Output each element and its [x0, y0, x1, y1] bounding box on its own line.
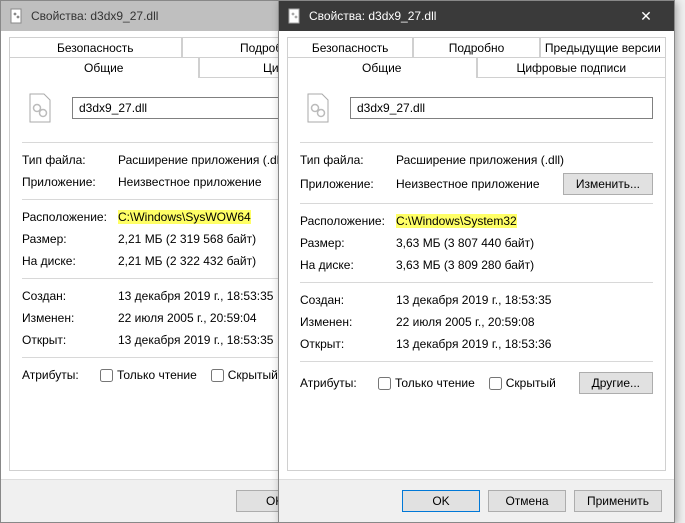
value-size: 3,63 МБ (3 807 440 байт)	[396, 236, 653, 250]
value-filetype: Расширение приложения (.dll)	[396, 153, 653, 167]
close-icon[interactable]: ✕	[626, 8, 666, 25]
label-accessed: Открыт:	[300, 337, 396, 351]
checkbox-hidden[interactable]: Скрытый	[211, 368, 278, 382]
file-type-icon	[300, 90, 336, 126]
checkbox-hidden[interactable]: Скрытый	[489, 376, 556, 390]
checkbox-readonly[interactable]: Только чтение	[100, 368, 197, 382]
value-accessed: 13 декабря 2019 г., 18:53:36	[396, 337, 653, 351]
label-modified: Изменен:	[22, 311, 118, 325]
window-body: Безопасность Подробно Предыдущие версии …	[279, 31, 674, 479]
label-filetype: Тип файла:	[300, 153, 396, 167]
label-app: Приложение:	[22, 175, 118, 189]
label-modified: Изменен:	[300, 315, 396, 329]
tab-security[interactable]: Безопасность	[287, 37, 413, 58]
properties-window-right: Свойства: d3dx9_27.dll ✕ Безопасность По…	[278, 0, 675, 523]
tab-row-2: Общие Цифровые подписи	[287, 57, 666, 78]
file-type-icon	[22, 90, 58, 126]
value-location: C:\Windows\System32	[396, 214, 653, 228]
label-created: Создан:	[300, 293, 396, 307]
tab-row-1: Безопасность Подробно Предыдущие версии	[287, 37, 666, 58]
label-location: Расположение:	[22, 210, 118, 224]
tab-signatures[interactable]: Цифровые подписи	[477, 57, 667, 78]
tab-security[interactable]: Безопасность	[9, 37, 182, 58]
apply-button[interactable]: Применить	[574, 490, 662, 512]
label-ondisk: На диске:	[300, 258, 396, 272]
app-icon	[287, 8, 303, 24]
value-ondisk: 3,63 МБ (3 809 280 байт)	[396, 258, 653, 272]
label-app: Приложение:	[300, 177, 396, 191]
label-accessed: Открыт:	[22, 333, 118, 347]
value-modified: 22 июля 2005 г., 20:59:08	[396, 315, 653, 329]
tab-general[interactable]: Общие	[287, 57, 477, 78]
label-attributes: Атрибуты:	[300, 376, 372, 390]
tab-previous[interactable]: Предыдущие версии	[540, 37, 666, 58]
general-panel: Тип файла:Расширение приложения (.dll) П…	[287, 77, 666, 471]
label-created: Создан:	[22, 289, 118, 303]
value-created: 13 декабря 2019 г., 18:53:35	[396, 293, 653, 307]
label-filetype: Тип файла:	[22, 153, 118, 167]
checkbox-readonly[interactable]: Только чтение	[378, 376, 475, 390]
label-attributes: Атрибуты:	[22, 368, 94, 382]
cancel-button[interactable]: Отмена	[488, 490, 566, 512]
label-size: Размер:	[22, 232, 118, 246]
window-title: Свойства: d3dx9_27.dll	[309, 9, 626, 23]
label-size: Размер:	[300, 236, 396, 250]
value-app: Неизвестное приложение	[396, 177, 563, 191]
dialog-footer: OK Отмена Применить	[279, 479, 674, 522]
change-button[interactable]: Изменить...	[563, 173, 653, 195]
label-location: Расположение:	[300, 214, 396, 228]
filename-input[interactable]	[350, 97, 653, 119]
other-button[interactable]: Другие...	[579, 372, 653, 394]
titlebar[interactable]: Свойства: d3dx9_27.dll ✕	[279, 1, 674, 31]
app-icon	[9, 8, 25, 24]
tab-details[interactable]: Подробно	[413, 37, 539, 58]
tab-general[interactable]: Общие	[9, 57, 199, 78]
ok-button[interactable]: OK	[402, 490, 480, 512]
label-ondisk: На диске:	[22, 254, 118, 268]
